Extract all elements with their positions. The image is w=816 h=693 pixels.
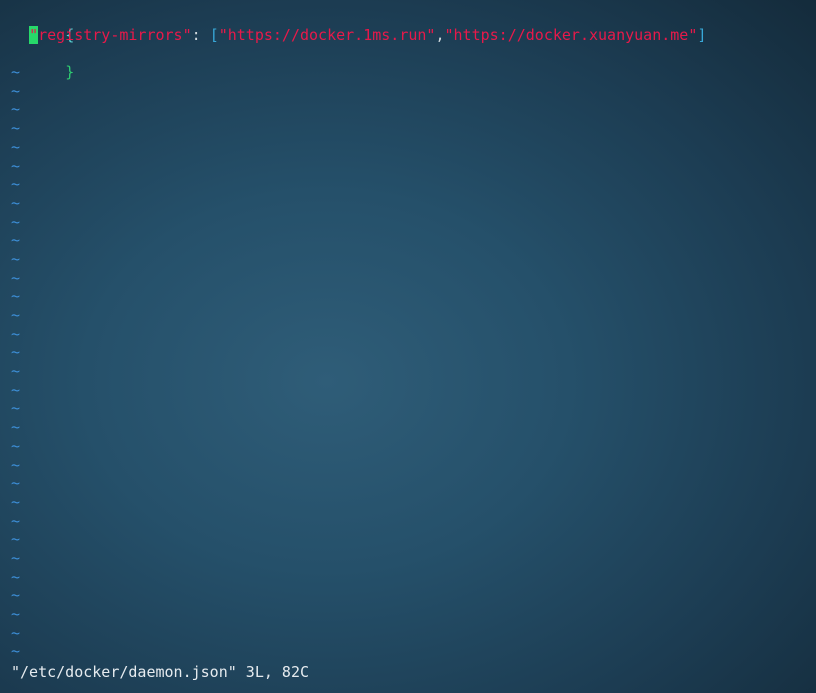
empty-line-tilde: ~ bbox=[11, 212, 21, 231]
empty-line-tilde: ~ bbox=[11, 343, 21, 362]
empty-line-tilde: ~ bbox=[11, 175, 21, 194]
empty-line-tilde: ~ bbox=[11, 81, 21, 100]
empty-line-tilde: ~ bbox=[11, 455, 21, 474]
terminal-window[interactable]: { "registry-mirrors": ["https://docker.1… bbox=[0, 0, 816, 693]
code-line-3: } bbox=[11, 44, 816, 81]
empty-line-tilde: ~ bbox=[11, 287, 21, 306]
empty-line-tilde: ~ bbox=[11, 100, 21, 119]
empty-line-tilde: ~ bbox=[11, 119, 21, 138]
empty-line-tilde: ~ bbox=[11, 306, 21, 324]
mirror-url-1: "https://docker.1ms.run" bbox=[218, 25, 436, 44]
open-bracket: [ bbox=[209, 25, 219, 44]
mirror-url-2: "https://docker.xuanyuan.me" bbox=[444, 25, 698, 44]
json-key: registry-mirrors bbox=[38, 25, 183, 44]
code-line-2: "registry-mirrors": ["https://docker.1ms… bbox=[11, 25, 816, 45]
empty-line-tilde: ~ bbox=[11, 605, 21, 623]
empty-line-tilde: ~ bbox=[11, 418, 21, 437]
code-line-1: { bbox=[11, 7, 816, 44]
colon: : bbox=[191, 25, 210, 44]
empty-line-tilde: ~ bbox=[11, 623, 21, 642]
empty-line-tilde: ~ bbox=[11, 642, 21, 661]
comma: , bbox=[435, 25, 445, 44]
empty-line-tilde: ~ bbox=[11, 249, 21, 268]
empty-lines: ~ ~ ~ ~ ~ ~ ~ ~ ~ ~ ~ ~ ~ ~ ~ ~ ~ ~ ~ ~ ~ ~ ~ ~ ~ ~ ~ ~ ~ ~ ~ ~ bbox=[11, 63, 816, 661]
empty-line-tilde: ~ bbox=[11, 137, 21, 156]
empty-line-tilde: ~ bbox=[11, 231, 21, 250]
text-cursor: " bbox=[29, 25, 39, 44]
empty-line-tilde: ~ bbox=[11, 436, 21, 455]
empty-line-tilde: ~ bbox=[11, 586, 21, 605]
close-brace: } bbox=[65, 63, 75, 82]
empty-line-tilde: ~ bbox=[11, 63, 21, 82]
empty-line-tilde: ~ bbox=[11, 399, 21, 418]
empty-line-tilde: ~ bbox=[11, 193, 21, 212]
empty-line-tilde: ~ bbox=[11, 362, 21, 381]
vim-buffer[interactable]: { "registry-mirrors": ["https://docker.1… bbox=[11, 7, 816, 661]
status-bar-message: "/etc/docker/daemon.json" 3L, 82C bbox=[11, 663, 310, 681]
empty-line-tilde: ~ bbox=[11, 380, 21, 399]
json-key-close-quote: " bbox=[182, 25, 192, 44]
empty-line-tilde: ~ bbox=[11, 511, 21, 530]
empty-line-tilde: ~ bbox=[11, 324, 21, 343]
empty-line-tilde: ~ bbox=[11, 548, 21, 567]
empty-line-tilde: ~ bbox=[11, 530, 21, 549]
empty-line-tilde: ~ bbox=[11, 492, 21, 511]
empty-line-tilde: ~ bbox=[11, 474, 21, 493]
empty-line-tilde: ~ bbox=[11, 156, 21, 175]
empty-line-tilde: ~ bbox=[11, 268, 21, 287]
close-bracket: ] bbox=[697, 25, 707, 44]
empty-line-tilde: ~ bbox=[11, 567, 21, 586]
